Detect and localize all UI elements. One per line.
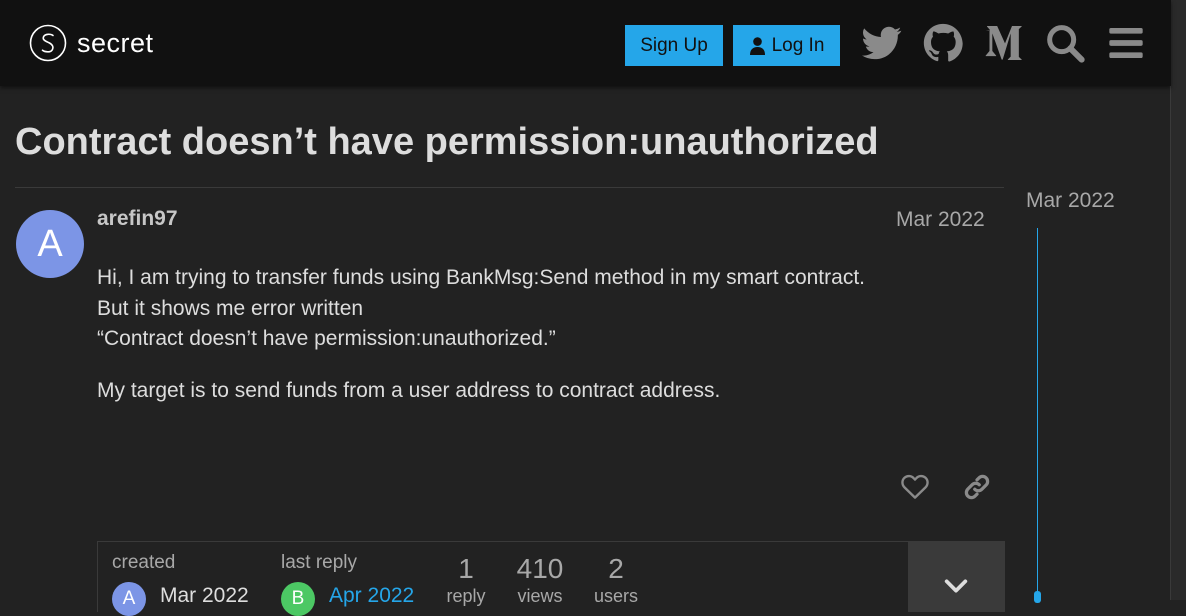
post-body: Hi, I am trying to transfer funds using … bbox=[97, 263, 977, 427]
title-divider bbox=[15, 187, 1004, 188]
last-reply-date[interactable]: Apr 2022 bbox=[329, 584, 414, 608]
replies-stat: 1 reply bbox=[440, 553, 492, 607]
share-link-icon[interactable] bbox=[962, 472, 992, 502]
timeline-handle[interactable] bbox=[1034, 591, 1041, 603]
users-label: users bbox=[593, 586, 638, 606]
created-date: Mar 2022 bbox=[160, 584, 249, 607]
avatar-letter: A bbox=[37, 222, 63, 265]
replies-count: 1 bbox=[458, 553, 474, 584]
last-reply-label: last reply bbox=[281, 552, 358, 573]
topic-title[interactable]: Contract doesn’t have permission:unautho… bbox=[15, 120, 879, 164]
views-stat: 410 views bbox=[508, 553, 572, 607]
search-icon[interactable] bbox=[1045, 23, 1085, 63]
medium-icon[interactable] bbox=[984, 23, 1024, 63]
post-line: My target is to send funds from a user a… bbox=[97, 378, 721, 402]
log-in-button[interactable]: Log In bbox=[733, 25, 840, 66]
log-in-label: Log In bbox=[771, 34, 825, 56]
avatar[interactable]: A bbox=[16, 210, 84, 278]
timeline-track[interactable] bbox=[1037, 228, 1038, 600]
site-logo[interactable]: secret bbox=[29, 24, 154, 62]
users-stat: 2 users bbox=[588, 553, 644, 607]
topic-map: created A Mar 2022 last reply B Apr 2022… bbox=[97, 541, 1005, 616]
sign-up-label: Sign Up bbox=[640, 34, 708, 56]
post-username[interactable]: arefin97 bbox=[97, 207, 178, 231]
timeline-start-date[interactable]: Mar 2022 bbox=[1026, 189, 1115, 213]
post-line: But it shows me error written bbox=[97, 296, 364, 320]
views-count: 410 bbox=[516, 553, 564, 584]
secret-logo-icon bbox=[29, 24, 67, 62]
expand-topic-map-button[interactable] bbox=[908, 542, 1004, 612]
twitter-icon[interactable] bbox=[862, 23, 902, 63]
page-scrollbar[interactable] bbox=[1170, 0, 1186, 600]
post-date[interactable]: Mar 2022 bbox=[896, 208, 985, 232]
post-paragraph: My target is to send funds from a user a… bbox=[97, 376, 977, 407]
post-paragraph: Hi, I am trying to transfer funds using … bbox=[97, 263, 977, 355]
last-reply-avatar[interactable]: B bbox=[281, 582, 315, 616]
post-line: Hi, I am trying to transfer funds using … bbox=[97, 266, 865, 289]
created-avatar-letter: A bbox=[122, 588, 136, 609]
last-reply-avatar-letter: B bbox=[291, 588, 305, 609]
chevron-down-icon bbox=[944, 579, 968, 593]
hamburger-menu-icon[interactable] bbox=[1106, 23, 1146, 63]
site-header: secret Sign Up Log In bbox=[0, 0, 1171, 86]
user-icon bbox=[749, 36, 765, 55]
like-heart-icon[interactable] bbox=[900, 472, 930, 502]
sign-up-button[interactable]: Sign Up bbox=[625, 25, 723, 66]
github-icon[interactable] bbox=[923, 23, 963, 63]
logo-text: secret bbox=[77, 28, 154, 58]
users-count: 2 bbox=[608, 553, 624, 584]
created-label: created bbox=[112, 552, 176, 573]
views-label: views bbox=[517, 586, 563, 606]
replies-label: reply bbox=[446, 586, 486, 606]
post-line: “Contract doesn’t have permission:unauth… bbox=[97, 327, 556, 350]
created-avatar[interactable]: A bbox=[112, 582, 146, 616]
